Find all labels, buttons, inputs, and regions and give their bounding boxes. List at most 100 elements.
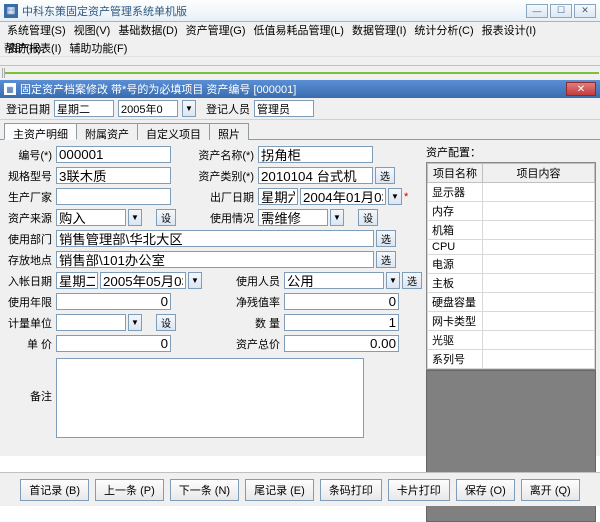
prev-button[interactable]: 上一条 (P) (95, 479, 164, 501)
reg-date-dropdown[interactable]: ▼ (182, 100, 196, 117)
cat-sel-button[interactable]: 选 (375, 167, 395, 184)
out-date[interactable] (300, 188, 386, 205)
next-button[interactable]: 下一条 (N) (170, 479, 239, 501)
cfg-row[interactable]: 电源 (428, 255, 483, 274)
user-dropdown[interactable]: ▼ (386, 272, 400, 289)
qty-label: 数 量 (224, 315, 282, 331)
reg-date-label: 登记日期 (6, 101, 50, 117)
price-input[interactable] (56, 335, 171, 352)
spec-label: 规格型号 (4, 168, 54, 184)
loc-input[interactable] (56, 251, 374, 268)
maximize-button[interactable]: ☐ (550, 4, 572, 18)
leave-button[interactable]: 离开 (Q) (521, 479, 580, 501)
tab-attach[interactable]: 附属资产 (76, 123, 138, 140)
use-dropdown[interactable]: ▼ (330, 209, 344, 226)
years-label: 使用年限 (4, 294, 54, 310)
outdate-dropdown[interactable]: ▼ (388, 188, 402, 205)
name-label: 资产名称(*) (198, 147, 256, 163)
cfg-col2: 项目内容 (483, 164, 595, 183)
first-button[interactable]: 首记录 (B) (20, 479, 89, 501)
src-input[interactable] (56, 209, 126, 226)
mfr-label: 生产厂家 (4, 189, 54, 205)
cat-input[interactable] (258, 167, 373, 184)
form-title: 固定资产档案修改 带*号的为必填项目 资产编号 [000001] (20, 81, 566, 97)
cfg-title: 资产配置： (426, 144, 596, 160)
form-close-button[interactable]: ✕ (566, 82, 596, 96)
remark-label: 备注 (4, 358, 54, 404)
save-button[interactable]: 保存 (O) (456, 479, 515, 501)
out-wd[interactable] (258, 188, 298, 205)
window-title: 中科东策固定资产管理系统单机版 (22, 3, 526, 19)
unit-dropdown[interactable]: ▼ (128, 314, 142, 331)
cfg-row[interactable]: 硬盘容量 (428, 293, 483, 312)
cfg-row[interactable]: 主板 (428, 274, 483, 293)
menu-asset[interactable]: 资产管理(G) (183, 22, 249, 38)
cfg-row[interactable]: CPU (428, 240, 483, 255)
cfg-row[interactable]: 网卡类型 (428, 312, 483, 331)
loc-sel-button[interactable]: 选 (376, 251, 396, 268)
reg-year[interactable] (118, 100, 178, 117)
use-set-button[interactable]: 设 (358, 209, 378, 226)
code-input[interactable] (56, 146, 171, 163)
tab-photo[interactable]: 照片 (209, 123, 249, 140)
in-date[interactable] (100, 272, 186, 289)
in-wd[interactable] (56, 272, 98, 289)
outdate-star: * (404, 191, 408, 203)
user-input[interactable] (284, 272, 384, 289)
menu-aux[interactable]: 辅助功能(F) (66, 40, 130, 56)
mfr-input[interactable] (56, 188, 171, 205)
price-label: 单 价 (4, 336, 54, 352)
tab-main[interactable]: 主资产明细 (4, 123, 77, 140)
tab-custom[interactable]: 自定义项目 (137, 123, 210, 140)
use-input[interactable] (258, 209, 328, 226)
dept-sel-button[interactable]: 选 (376, 230, 396, 247)
dept-input[interactable] (56, 230, 374, 247)
salvage-input[interactable] (284, 293, 399, 310)
remark-input[interactable] (56, 358, 364, 438)
cfg-table[interactable]: 项目名称项目内容 显示器 内存 机箱 CPU 电源 主板 硬盘容量 网卡类型 光… (426, 162, 596, 370)
indate-dropdown[interactable]: ▼ (188, 272, 202, 289)
menu-report-design[interactable]: 报表设计(I) (479, 22, 539, 38)
menu-view[interactable]: 视图(V) (71, 22, 114, 38)
menu-help[interactable]: 帮助(H) (4, 43, 41, 55)
name-input[interactable] (258, 146, 373, 163)
reg-person-label: 登记人员 (206, 101, 250, 117)
spec-input[interactable] (56, 167, 171, 184)
user-sel-button[interactable]: 选 (402, 272, 422, 289)
cfg-col1: 项目名称 (428, 164, 483, 183)
menu-stats[interactable]: 统计分析(C) (411, 22, 476, 38)
separator (0, 66, 600, 80)
total-input[interactable] (284, 335, 399, 352)
menu-basedata[interactable]: 基础数据(D) (115, 22, 180, 38)
menu-lowvalue[interactable]: 低值易耗品管理(L) (251, 22, 347, 38)
src-dropdown[interactable]: ▼ (128, 209, 142, 226)
form-icon: ▦ (4, 83, 16, 95)
minimize-button[interactable]: — (526, 4, 548, 18)
src-set-button[interactable]: 设 (156, 209, 176, 226)
user-label: 使用人员 (224, 273, 282, 289)
cfg-row[interactable]: 系列号 (428, 350, 483, 369)
reg-person-input[interactable] (254, 100, 314, 117)
use-label: 使用情况 (198, 210, 256, 226)
loc-label: 存放地点 (4, 252, 54, 268)
years-input[interactable] (56, 293, 171, 310)
cat-label: 资产类别(*) (198, 168, 256, 184)
cfg-row[interactable]: 机箱 (428, 221, 483, 240)
cfg-row[interactable]: 显示器 (428, 183, 483, 202)
menu-data[interactable]: 数据管理(I) (349, 22, 409, 38)
barcode-button[interactable]: 条码打印 (320, 479, 382, 501)
menu-system[interactable]: 系统管理(S) (4, 22, 69, 38)
card-button[interactable]: 卡片打印 (388, 479, 450, 501)
qty-input[interactable] (284, 314, 399, 331)
last-button[interactable]: 尾记录 (E) (245, 479, 314, 501)
cfg-row[interactable]: 光驱 (428, 331, 483, 350)
reg-weekday[interactable] (54, 100, 114, 117)
code-label: 编号(*) (4, 147, 54, 163)
cfg-row[interactable]: 内存 (428, 202, 483, 221)
unit-input[interactable] (56, 314, 126, 331)
toolbar (0, 56, 600, 66)
app-icon: ▦ (4, 4, 18, 18)
unit-set-button[interactable]: 设 (156, 314, 176, 331)
close-button[interactable]: ✕ (574, 4, 596, 18)
outdate-label: 出厂日期 (198, 189, 256, 205)
